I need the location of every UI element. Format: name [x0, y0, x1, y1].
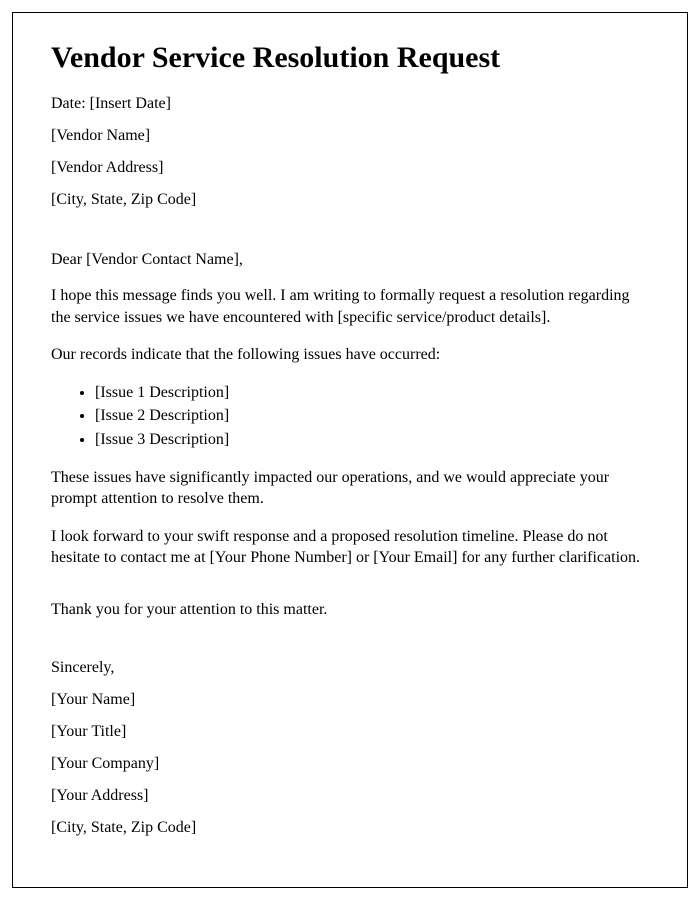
- signer-title: [Your Title]: [51, 723, 649, 741]
- closing-paragraph: I look forward to your swift response an…: [51, 526, 649, 569]
- salutation: Dear [Vendor Contact Name],: [51, 251, 649, 269]
- document-title: Vendor Service Resolution Request: [51, 41, 649, 75]
- signature-block: Sincerely, [Your Name] [Your Title] [You…: [51, 659, 649, 837]
- records-lead: Our records indicate that the following …: [51, 344, 649, 366]
- vendor-csz-line: [City, State, Zip Code]: [51, 191, 649, 209]
- list-item: [Issue 3 Description]: [95, 429, 649, 451]
- list-item: [Issue 1 Description]: [95, 382, 649, 404]
- thanks-line: Thank you for your attention to this mat…: [51, 601, 649, 619]
- signer-csz: [City, State, Zip Code]: [51, 819, 649, 837]
- signer-company: [Your Company]: [51, 755, 649, 773]
- signer-address: [Your Address]: [51, 787, 649, 805]
- header-block: Date: [Insert Date] [Vendor Name] [Vendo…: [51, 95, 649, 209]
- vendor-address-line: [Vendor Address]: [51, 159, 649, 177]
- signer-name: [Your Name]: [51, 691, 649, 709]
- list-item: [Issue 2 Description]: [95, 405, 649, 427]
- intro-paragraph: I hope this message finds you well. I am…: [51, 285, 649, 328]
- impact-paragraph: These issues have significantly impacted…: [51, 467, 649, 510]
- document-page: Vendor Service Resolution Request Date: …: [12, 12, 688, 888]
- date-line: Date: [Insert Date]: [51, 95, 649, 113]
- issues-list: [Issue 1 Description] [Issue 2 Descripti…: [95, 382, 649, 451]
- vendor-name-line: [Vendor Name]: [51, 127, 649, 145]
- sincerely-line: Sincerely,: [51, 659, 649, 677]
- body-text: I hope this message finds you well. I am…: [51, 285, 649, 569]
